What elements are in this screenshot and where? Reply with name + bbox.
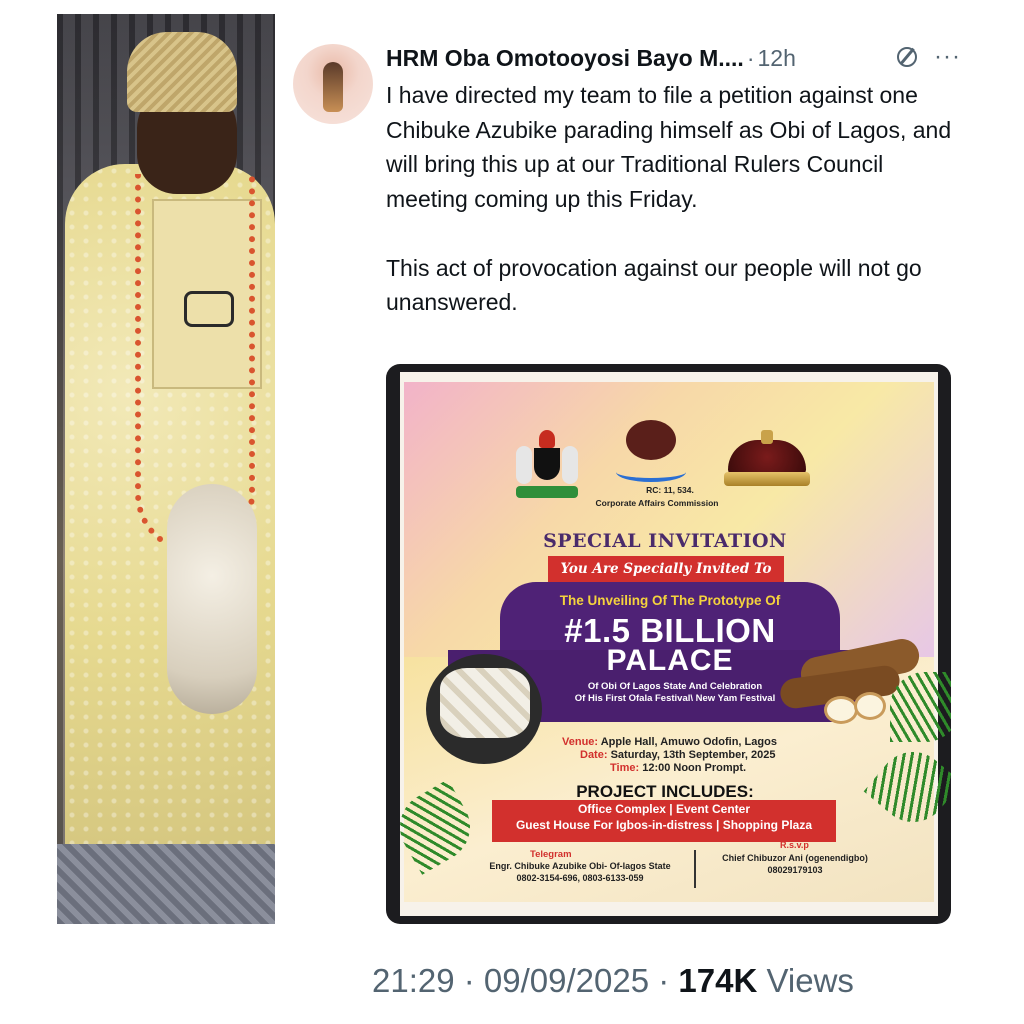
- invitation-flyer: RC: 11, 534. Corporate Affairs Commissio…: [387, 372, 951, 916]
- date-label: Date:: [580, 749, 608, 761]
- tweet-time[interactable]: 12h: [757, 45, 795, 72]
- telegram-phones: 0802-3154-696, 0803-6133-059: [516, 873, 644, 883]
- profile-photo: [57, 14, 275, 924]
- views-label: Views: [766, 962, 854, 999]
- time-label: Time:: [610, 762, 640, 774]
- project-line-1: Office Complex | Event Center: [577, 802, 751, 816]
- association-logo-icon: [612, 418, 690, 488]
- special-invitation-title: SPECIAL INVITATION: [543, 530, 787, 552]
- photo-carpet: [57, 844, 275, 924]
- author-avatar[interactable]: [293, 44, 373, 124]
- venue-label: Venue:: [562, 736, 599, 748]
- grok-icon[interactable]: [894, 44, 920, 70]
- tweet-text: I have directed my team to file a petiti…: [386, 82, 952, 315]
- rsvp-phone: 08029179103: [767, 865, 823, 875]
- time-value: 12:00 Noon Prompt.: [642, 762, 747, 774]
- contact-divider: [694, 850, 696, 888]
- venue-line: Venue: Apple Hall, Amuwo Odofin, Lagos: [562, 736, 777, 749]
- rsvp-name: Chief Chibuzor Ani (ogenendigbo): [722, 853, 868, 863]
- tweet-footer: 21:29 · 09/09/2025 · 174K Views: [372, 962, 854, 1000]
- tweet-timestamp[interactable]: 21:29 · 09/09/2025 ·: [372, 962, 669, 999]
- project-line-2: Guest House For Igbos-in-distress | Shop…: [515, 818, 813, 832]
- project-heading: PROJECT INCLUDES:: [576, 782, 754, 801]
- unveil-text: The Unveiling Of The Prototype Of: [559, 593, 781, 608]
- coat-of-arms-icon: [512, 430, 582, 498]
- date-line: Date: Saturday, 13th September, 2025: [580, 749, 775, 761]
- date-value: Saturday, 13th September, 2025: [610, 749, 776, 761]
- rc-number: RC: 11, 534.: [646, 485, 694, 495]
- photo-cap: [127, 32, 237, 112]
- palm-leaf-icon: [890, 672, 951, 742]
- food-plate-image: [426, 654, 542, 764]
- invited-banner: You Are Specially Invited To: [548, 556, 784, 583]
- telegram-name: Engr. Chibuke Azubike Obi- Of-lagos Stat…: [489, 861, 671, 871]
- tweet-header: HRM Oba Omotooyosi Bayo M.... · 12h ···: [386, 42, 961, 74]
- header-icons: ···: [894, 44, 961, 70]
- cac-label: Corporate Affairs Commission: [595, 498, 719, 508]
- photo-fur: [167, 484, 257, 714]
- more-icon[interactable]: ···: [934, 45, 961, 69]
- telegram-label: Telegram: [530, 849, 572, 860]
- rsvp-label: R.s.v.p: [780, 840, 809, 850]
- time-line: Time: 12:00 Noon Prompt.: [610, 762, 746, 774]
- crown-icon: [718, 430, 816, 492]
- header-separator: ·: [746, 44, 755, 71]
- author-name[interactable]: HRM Oba Omotooyosi Bayo M....: [386, 45, 744, 72]
- venue-value: Apple Hall, Amuwo Odofin, Lagos: [600, 736, 777, 748]
- views-count[interactable]: 174K: [678, 962, 757, 999]
- tweet-media[interactable]: RC: 11, 534. Corporate Affairs Commissio…: [386, 364, 951, 924]
